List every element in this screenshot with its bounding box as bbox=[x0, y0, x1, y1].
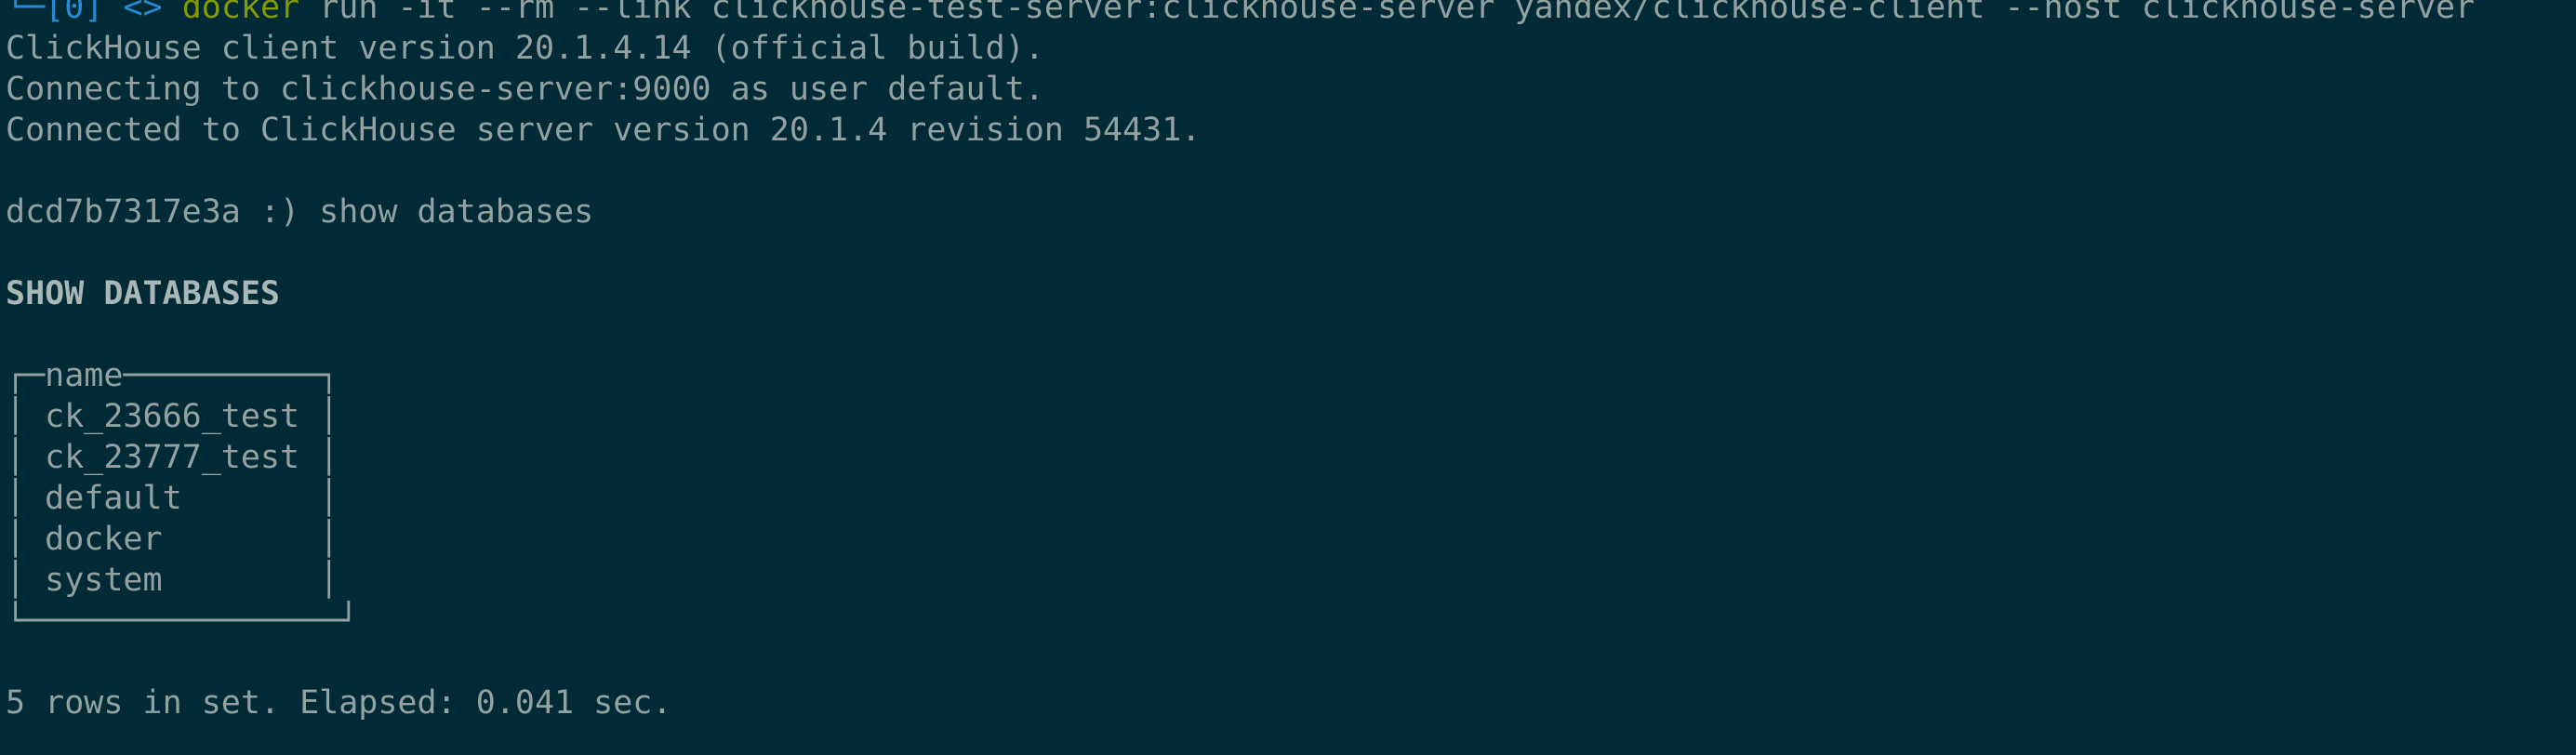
prompt-arrows: <> bbox=[123, 0, 163, 26]
connected-line: Connected to ClickHouse server version 2… bbox=[6, 112, 1202, 149]
table-row: │ ck_23777_test │ bbox=[6, 439, 339, 476]
query-text: show databases bbox=[319, 193, 594, 231]
prompt-index: [0] bbox=[45, 0, 104, 26]
table-bottom: └────────────────┘ bbox=[6, 603, 359, 640]
prompt-corner: └─ bbox=[6, 0, 46, 26]
query-prompt: dcd7b7317e3a :) bbox=[6, 193, 320, 231]
summary-line: 5 rows in set. Elapsed: 0.041 sec. bbox=[6, 684, 672, 722]
command-args: run -it --rm --link clickhouse-test-serv… bbox=[299, 0, 2476, 26]
client-version-line: ClickHouse client version 20.1.4.14 (off… bbox=[6, 30, 1044, 67]
table-row: │ system │ bbox=[6, 562, 339, 599]
table-header: ┌─name──────────┐ bbox=[6, 355, 2572, 396]
table-row: │ docker │ bbox=[6, 521, 339, 558]
query-line: dcd7b7317e3a :) show databases bbox=[6, 192, 2572, 232]
shell-prompt-line: └─[0] <> docker run -it --rm --link clic… bbox=[6, 0, 2572, 28]
column-header-name: name bbox=[45, 357, 124, 394]
command-name: docker bbox=[181, 0, 300, 26]
terminal-window[interactable]: └─[0] <> docker run -it --rm --link clic… bbox=[6, 0, 2572, 723]
connecting-line: Connecting to clickhouse-server:9000 as … bbox=[6, 71, 1044, 108]
table-row: │ default │ bbox=[6, 480, 339, 517]
table-top-right: ──────────┐ bbox=[123, 357, 339, 394]
table-row: │ ck_23666_test │ bbox=[6, 398, 339, 435]
table-top-left: ┌─ bbox=[6, 357, 46, 394]
query-echo: SHOW DATABASES bbox=[6, 275, 281, 312]
